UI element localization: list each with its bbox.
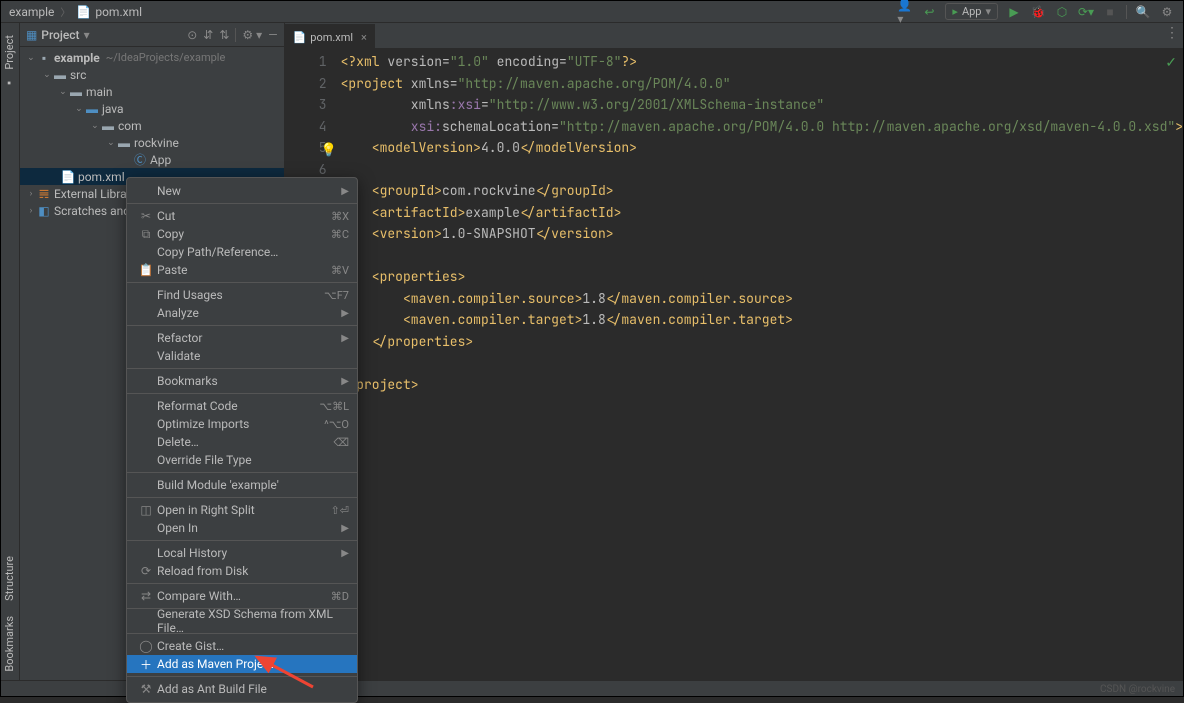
editor-area: 📄 pom.xml × ⋮ ✓ 💡 123456 <?xml version="…: [285, 23, 1183, 680]
menu-add-maven[interactable]: ＋Add as Maven Project: [127, 655, 357, 673]
stripe-structure-tab[interactable]: Structure: [1, 548, 21, 609]
menu-xsd[interactable]: Generate XSD Schema from XML File…: [127, 612, 357, 630]
add-icon: ＋: [137, 656, 155, 673]
project-panel-title[interactable]: ▦ Project ▾: [26, 28, 90, 42]
folder-icon: ▬: [52, 68, 68, 82]
collapse-all-icon[interactable]: ⇅: [219, 28, 229, 42]
menu-reformat[interactable]: Reformat Code⌥⌘L: [127, 397, 357, 415]
menu-new[interactable]: New▶: [127, 182, 357, 200]
editor-tabs: 📄 pom.xml × ⋮: [285, 23, 1183, 49]
editor-tab-label: pom.xml: [310, 31, 353, 44]
menu-analyze[interactable]: Analyze▶: [127, 304, 357, 322]
coverage-icon[interactable]: ⬡: [1054, 4, 1070, 20]
editor-more-icon[interactable]: ⋮: [1165, 25, 1179, 41]
expand-all-icon[interactable]: ⇵: [203, 28, 213, 42]
reload-icon: ⟳: [137, 564, 155, 578]
profile-icon[interactable]: ⟳▾: [1078, 4, 1094, 20]
menu-compare[interactable]: ⇄Compare With…⌘D: [127, 587, 357, 605]
menu-bookmarks[interactable]: Bookmarks▶: [127, 372, 357, 390]
code-content[interactable]: <?xml version="1.0" encoding="UTF-8"?> <…: [335, 49, 1183, 680]
context-menu: New▶ ✂Cut⌘X ⧉Copy⌘C Copy Path/Reference……: [126, 177, 358, 703]
intention-bulb-icon[interactable]: 💡: [321, 139, 337, 161]
package-icon: ▬: [116, 136, 132, 150]
menu-copy-path[interactable]: Copy Path/Reference…: [127, 243, 357, 261]
gear-icon[interactable]: ⚙: [1159, 4, 1175, 20]
source-folder-icon: ▬: [84, 102, 100, 116]
menu-optimize[interactable]: Optimize Imports^⌥O: [127, 415, 357, 433]
tree-rockvine[interactable]: ⌄▬rockvine: [20, 134, 284, 151]
tree-src[interactable]: ⌄▬src: [20, 66, 284, 83]
tree-com[interactable]: ⌄▬com: [20, 117, 284, 134]
module-icon: ▪: [36, 51, 52, 65]
xml-icon: 📄: [76, 5, 91, 19]
xml-file-icon: 📄: [60, 170, 76, 184]
class-icon: Ⓒ: [132, 151, 148, 168]
library-icon: 𝌇: [36, 187, 52, 201]
github-icon: ◯: [137, 639, 155, 653]
scratch-icon: ◧: [36, 204, 52, 218]
menu-build[interactable]: Build Module 'example': [127, 476, 357, 494]
tree-root[interactable]: ⌄▪example~/IdeaProjects/example: [20, 49, 284, 66]
menu-gist[interactable]: ◯Create Gist…: [127, 637, 357, 655]
paste-icon: 📋: [137, 263, 155, 277]
editor-body[interactable]: ✓ 💡 123456 <?xml version="1.0" encoding=…: [285, 49, 1183, 680]
cut-icon: ✂: [137, 209, 155, 223]
project-icon: ▦: [26, 28, 37, 42]
breadcrumb-separator: 〉: [60, 4, 70, 19]
menu-cut[interactable]: ✂Cut⌘X: [127, 207, 357, 225]
panel-gear-icon[interactable]: ⚙ ▾: [242, 28, 262, 42]
tree-app[interactable]: ⒸApp: [20, 151, 284, 168]
breadcrumb: example 〉 📄 pom.xml 👤▾ ↩ ▸App▾ ▶ 🐞 ⬡ ⟳▾ …: [1, 1, 1183, 23]
run-icon[interactable]: ▶: [1006, 4, 1022, 20]
user-icon[interactable]: 👤▾: [897, 4, 913, 20]
menu-find-usages[interactable]: Find Usages⌥F7: [127, 286, 357, 304]
debug-icon[interactable]: 🐞: [1030, 4, 1046, 20]
ant-icon: ⚒: [137, 682, 155, 696]
folder-icon: ▬: [68, 85, 84, 99]
select-opened-icon[interactable]: ⊙: [187, 28, 197, 42]
stripe-bookmarks-tab[interactable]: Bookmarks: [1, 608, 21, 680]
panel-hide-icon[interactable]: —: [268, 28, 277, 42]
xml-file-icon: 📄: [293, 31, 307, 44]
tree-java[interactable]: ⌄▬java: [20, 100, 284, 117]
package-icon: ▬: [100, 119, 116, 133]
menu-copy[interactable]: ⧉Copy⌘C: [127, 225, 357, 243]
menu-reload[interactable]: ⟳Reload from Disk: [127, 562, 357, 580]
menu-validate[interactable]: Validate: [127, 347, 357, 365]
inspection-ok-icon[interactable]: ✓: [1165, 53, 1177, 75]
menu-open-split[interactable]: ◫Open in Right Split⇧⏎: [127, 501, 357, 519]
run-config-select[interactable]: ▸App▾: [945, 3, 998, 20]
close-icon[interactable]: ×: [361, 31, 367, 44]
stop-icon[interactable]: ■: [1102, 4, 1118, 20]
menu-delete[interactable]: Delete…⌫: [127, 433, 357, 451]
breadcrumb-root[interactable]: example: [9, 5, 54, 19]
compare-icon: ⇄: [137, 589, 155, 603]
menu-history[interactable]: Local History▶: [127, 544, 357, 562]
back-icon[interactable]: ↩: [921, 4, 937, 20]
breadcrumb-file[interactable]: pom.xml: [95, 5, 142, 19]
search-icon[interactable]: 🔍: [1135, 4, 1151, 20]
menu-paste[interactable]: 📋Paste⌘V: [127, 261, 357, 279]
tree-main[interactable]: ⌄▬main: [20, 83, 284, 100]
menu-add-ant[interactable]: ⚒Add as Ant Build File: [127, 680, 357, 698]
split-icon: ◫: [137, 503, 155, 517]
menu-refactor[interactable]: Refactor▶: [127, 329, 357, 347]
copy-icon: ⧉: [137, 227, 155, 242]
editor-tab-pom[interactable]: 📄 pom.xml ×: [285, 24, 375, 48]
stripe-project-tab[interactable]: ▪ Project: [1, 27, 18, 96]
menu-open-in[interactable]: Open In▶: [127, 519, 357, 537]
watermark: CSDN @rockvine: [1100, 684, 1175, 695]
menu-override[interactable]: Override File Type: [127, 451, 357, 469]
